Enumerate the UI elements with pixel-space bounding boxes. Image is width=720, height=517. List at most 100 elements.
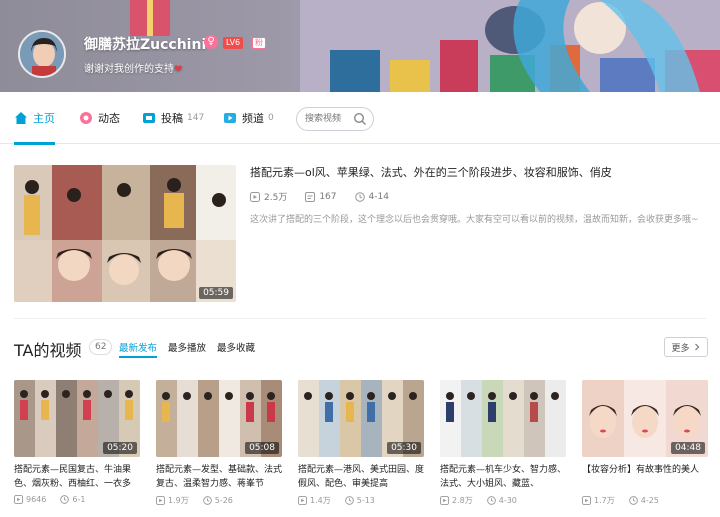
video-title[interactable]: 搭配元素—发型、基础款、法式复古、温柔智力感、蒋峯节 bbox=[156, 463, 282, 491]
view-count: 2.5万 bbox=[250, 190, 287, 203]
featured-video-thumbnail[interactable]: 05:59 bbox=[14, 165, 236, 302]
video-duration: 05:30 bbox=[387, 442, 421, 454]
channel-icon bbox=[224, 113, 236, 123]
clock-icon bbox=[202, 496, 212, 505]
video-duration: 04:48 bbox=[671, 442, 705, 454]
play-icon bbox=[250, 191, 260, 202]
thumbnail-image bbox=[440, 380, 566, 457]
publish-date: 5-13 bbox=[344, 496, 375, 505]
view-count: 2.8万 bbox=[440, 495, 473, 506]
video-duration: 05:08 bbox=[245, 442, 279, 454]
video-meta: 1.7万 4-25 bbox=[582, 495, 708, 506]
video-duration: 05:59 bbox=[199, 287, 233, 299]
video-card[interactable]: 05:08 搭配元素—发型、基础款、法式复古、温柔智力感、蒋峯节 1.9万 5-… bbox=[156, 380, 282, 506]
view-count-text: 1.4万 bbox=[310, 496, 331, 505]
user-sign: 谢谢对我创作的支持❤ bbox=[84, 60, 182, 75]
upload-icon bbox=[143, 113, 155, 123]
username: 御膳苏拉Zucchini bbox=[84, 37, 207, 53]
play-icon bbox=[156, 496, 165, 505]
play-icon bbox=[582, 496, 591, 505]
video-thumbnail[interactable] bbox=[440, 380, 566, 457]
tab-count: 0 bbox=[268, 113, 274, 123]
view-count-text: 9646 bbox=[26, 495, 47, 504]
more-button[interactable]: 更多 bbox=[664, 337, 708, 357]
tab-label: 主页 bbox=[33, 112, 55, 125]
publish-date-text: 6-1 bbox=[72, 495, 86, 504]
banner-illustration bbox=[300, 0, 720, 92]
publish-date: 4-25 bbox=[628, 496, 659, 505]
clock-icon bbox=[486, 496, 496, 505]
clock-icon bbox=[354, 191, 365, 202]
play-icon bbox=[14, 495, 23, 504]
chevron-right-icon bbox=[694, 343, 699, 351]
sign-text: 谢谢对我创作的支持 bbox=[84, 64, 174, 75]
publish-date: 6-1 bbox=[60, 495, 85, 504]
publish-date-text: 4-14 bbox=[368, 191, 389, 202]
section-title: TA的视频 bbox=[14, 341, 82, 360]
play-icon bbox=[298, 496, 307, 505]
video-title[interactable]: 搭配元素—港风、美式田园、度假风、配色、审美提高 bbox=[298, 463, 424, 491]
video-meta: 9646 6-1 bbox=[14, 495, 140, 504]
publish-date-text: 5-26 bbox=[214, 496, 233, 505]
featured-video-description: 这次讲了搭配的三个阶段，这个理念以后也会贯穿哦。大家有空可以看以前的视频，温故而… bbox=[250, 215, 699, 225]
video-card[interactable]: 04:48 【妆容分析】有故事性的美人 1.7万 4-25 bbox=[582, 380, 708, 506]
video-title[interactable]: 搭配元素—民国复古、牛油果色、烟灰粉、西柚红、一衣多 bbox=[14, 463, 140, 491]
video-duration: 05:20 bbox=[103, 442, 137, 454]
home-icon bbox=[15, 112, 27, 124]
fan-badge: 粉 bbox=[252, 37, 266, 49]
sort-newest[interactable]: 最新发布 bbox=[119, 340, 158, 358]
view-count: 9646 bbox=[14, 495, 46, 504]
search-icon[interactable] bbox=[353, 112, 367, 126]
video-thumbnail[interactable]: 05:20 bbox=[14, 380, 140, 457]
comment-icon bbox=[305, 191, 316, 202]
publish-date: 4-14 bbox=[354, 191, 389, 202]
video-meta: 1.4万 5-13 bbox=[298, 495, 424, 506]
view-count-text: 1.9万 bbox=[168, 496, 189, 505]
tab-upload[interactable]: 投稿 147 bbox=[142, 92, 204, 144]
video-thumbnail[interactable]: 05:08 bbox=[156, 380, 282, 457]
video-meta: 2.8万 4-30 bbox=[440, 495, 566, 506]
tab-label: 动态 bbox=[98, 112, 120, 125]
view-count-text: 1.7万 bbox=[594, 496, 615, 505]
view-count: 1.7万 bbox=[582, 495, 615, 506]
play-icon bbox=[440, 496, 449, 505]
clock-icon bbox=[628, 496, 638, 505]
video-card[interactable]: 搭配元素—机车少女、智力感、法式、大小姐风、藏蓝、 2.8万 4-30 bbox=[440, 380, 566, 506]
publish-date: 4-30 bbox=[486, 496, 517, 505]
view-count: 1.4万 bbox=[298, 495, 331, 506]
comment-count-text: 167 bbox=[319, 191, 337, 202]
view-count-text: 2.5万 bbox=[264, 193, 288, 203]
tab-home[interactable]: 主页 bbox=[14, 92, 55, 145]
tab-dynamic[interactable]: 动态 bbox=[79, 92, 120, 144]
video-thumbnail[interactable]: 05:30 bbox=[298, 380, 424, 457]
video-thumbnail[interactable]: 04:48 bbox=[582, 380, 708, 457]
search-input[interactable] bbox=[305, 112, 355, 126]
video-title[interactable]: 搭配元素—机车少女、智力感、法式、大小姐风、藏蓝、 bbox=[440, 463, 566, 491]
video-meta: 1.9万 5-26 bbox=[156, 495, 282, 506]
video-card[interactable]: 05:20 搭配元素—民国复古、牛油果色、烟灰粉、西柚红、一衣多 9646 6-… bbox=[14, 380, 140, 504]
avatar[interactable] bbox=[18, 30, 66, 78]
tab-channel[interactable]: 频道 0 bbox=[223, 92, 274, 144]
search-box[interactable] bbox=[296, 107, 374, 131]
clock-icon bbox=[344, 496, 354, 505]
flower-icon bbox=[80, 112, 92, 124]
featured-video-stats: 2.5万 167 4-14 bbox=[250, 190, 407, 203]
gender-icon: ♀ bbox=[204, 35, 218, 49]
comment-count: 167 bbox=[305, 191, 337, 202]
heart-icon: ❤ bbox=[174, 64, 183, 75]
sort-most-played[interactable]: 最多播放 bbox=[168, 340, 206, 354]
video-card[interactable]: 05:30 搭配元素—港风、美式田园、度假风、配色、审美提高 1.4万 5-13 bbox=[298, 380, 424, 506]
publish-date-text: 4-30 bbox=[498, 496, 517, 505]
publish-date-text: 4-25 bbox=[640, 496, 659, 505]
publish-date: 5-26 bbox=[202, 496, 233, 505]
level-badge: LV6 bbox=[223, 37, 244, 49]
featured-video-title[interactable]: 搭配元素—ol风、苹果绿、法式、外在的三个阶段进步、妆容和服饰、俏皮 bbox=[250, 164, 612, 180]
tab-count: 147 bbox=[187, 113, 205, 123]
view-count: 1.9万 bbox=[156, 495, 189, 506]
video-count-badge: 62 bbox=[89, 339, 113, 355]
tab-label: 频道 bbox=[242, 112, 264, 125]
tab-label: 投稿 bbox=[161, 112, 183, 125]
divider bbox=[14, 318, 706, 319]
video-title[interactable]: 【妆容分析】有故事性的美人 bbox=[582, 463, 708, 491]
sort-most-favorited[interactable]: 最多收藏 bbox=[217, 340, 255, 354]
